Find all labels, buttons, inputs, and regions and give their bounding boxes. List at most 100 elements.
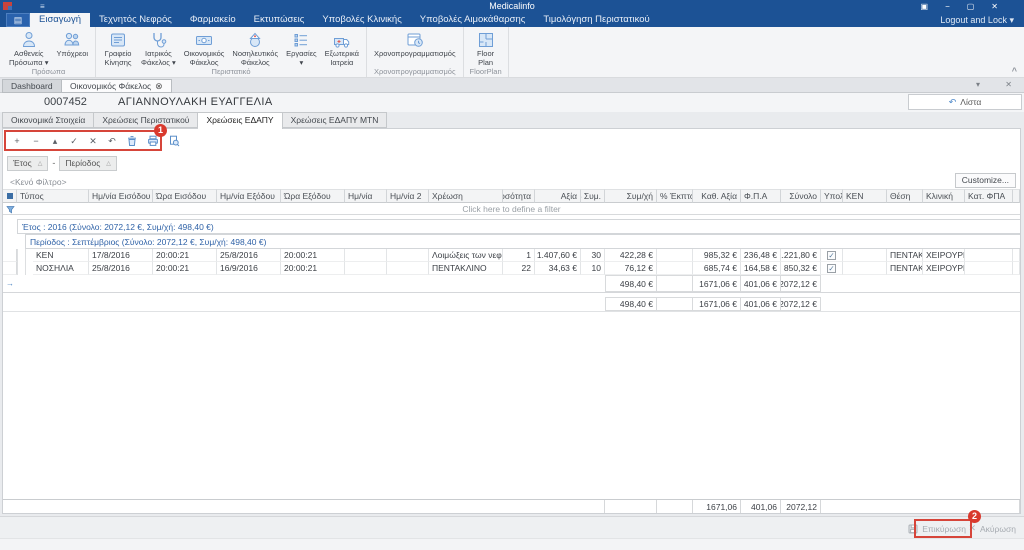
pin-window-icon[interactable]: ▣ [921, 0, 929, 13]
column-header[interactable]: Συμ/χή [605, 189, 657, 203]
column-header[interactable]: % Συμ. [581, 189, 605, 203]
menu-tab-farmakeio[interactable]: Φαρμακείο [181, 13, 245, 27]
column-header[interactable]: Φ.Π.Α [741, 189, 781, 203]
footer-participation: 498,40 € [605, 275, 657, 292]
confirm-button[interactable]: Επικύρωση [908, 521, 966, 536]
customize-button[interactable]: Customize... [955, 173, 1016, 188]
close-icon[interactable]: ✕ [991, 0, 998, 13]
group-by-panel: Έτος△ - Περίοδος△ [7, 153, 117, 173]
tab-economic-folder[interactable]: Οικονομικός Φάκελος⊗ [61, 79, 172, 93]
column-header[interactable]: Κλινική [923, 189, 965, 203]
column-header[interactable]: % Έκπτωση [657, 189, 693, 203]
footer-vat: 401,06 € [741, 275, 781, 292]
medical-file-button[interactable]: Ιατρικός Φάκελος ▾ [137, 27, 180, 67]
checkbox-checked[interactable]: ✓ [827, 264, 836, 273]
list-button[interactable]: ↶Λίστα [908, 94, 1022, 110]
annotation-badge-2: 2 [968, 510, 981, 523]
floorplan-button[interactable]: Floor Plan [467, 27, 505, 67]
document-tab-bar: Dashboard Οικονομικός Φάκελος⊗ ▾ ✕ [0, 78, 1024, 93]
cancel-button[interactable]: ✕ Ακύρωση [968, 521, 1016, 536]
tab-edapy-charges[interactable]: Χρεώσεις ΕΔΑΠΥ [198, 112, 282, 129]
select-all-cell[interactable] [3, 189, 17, 203]
menu-tab-ypovoles-klinikis[interactable]: Υποβολές Κλινικής [313, 13, 410, 27]
group-row-period-label: Περίοδος : Σεπτέμβριος (Σύνολο: 2072,12 … [25, 234, 1020, 249]
delete-icon[interactable] [126, 135, 138, 147]
column-header[interactable]: Ημ/νία 2 [387, 189, 429, 203]
column-header[interactable]: Αξία [535, 189, 581, 203]
tasks-list-icon [291, 29, 311, 50]
movement-office-button[interactable]: Γραφείο Κίνησης [99, 27, 137, 67]
column-header[interactable]: Θέση [887, 189, 923, 203]
column-header[interactable]: Ώρα Εξόδου [281, 189, 345, 203]
column-header[interactable]: Σύνολο [781, 189, 821, 203]
tasks-button[interactable]: Εργασίες ▾ [282, 27, 321, 67]
obligors-button[interactable]: Υπόχρεοι [53, 27, 93, 67]
checkbox-checked[interactable]: ✓ [827, 251, 836, 260]
minimize-icon[interactable]: − [945, 0, 950, 13]
column-header[interactable]: Ώρα Εισόδου [153, 189, 217, 203]
add-row-icon[interactable]: + [12, 136, 22, 146]
cell-date-in: 17/8/2016 [89, 249, 153, 262]
remove-row-icon[interactable]: − [31, 136, 41, 146]
patients-button[interactable]: Ασθενείς Πρόσωπα ▾ [5, 27, 53, 67]
print-icon[interactable] [147, 135, 159, 147]
ribbon-group-label: FloorPlan [467, 67, 505, 77]
column-header[interactable]: Χρέωση [429, 189, 503, 203]
cancel-changes-icon[interactable]: ✕ [88, 136, 98, 147]
column-header[interactable]: Τύπος [17, 189, 89, 203]
filter-row: <Κενό Φίλτρο> Customize... [3, 175, 1020, 189]
apply-changes-icon[interactable]: ✓ [69, 136, 79, 147]
group-chip-year[interactable]: Έτος△ [7, 156, 48, 171]
table-row-ken[interactable]: ΚΕΝ 17/8/2016 20:00:21 25/8/2016 20:00:2… [3, 249, 1020, 262]
nursing-file-button[interactable]: Νοσηλευτικός Φάκελος [228, 27, 282, 67]
column-header[interactable]: Ημ/νία Εξόδου [217, 189, 281, 203]
cell-type: ΝΟΣΗΛΙΑ [33, 262, 89, 275]
restore-icon[interactable]: ▢ [967, 0, 975, 13]
group-row-year-label: Έτος : 2016 (Σύνολο: 2072,12 €, Συμ/χή: … [17, 219, 1020, 234]
logout-and-lock[interactable]: Logout and Lock ▾ [940, 13, 1024, 27]
column-header[interactable]: Καθ. Αξία [693, 189, 741, 203]
file-button[interactable]: ▤ [6, 13, 30, 27]
cell-pct: 10 [581, 262, 605, 275]
footer-button-bar: Επικύρωση ✕ Ακύρωση 2 [0, 516, 1024, 538]
scheduling-button[interactable]: Χρονοπρογραμματισμός [370, 27, 460, 67]
cell-participation: 422,28 € [605, 249, 657, 262]
group-row-period[interactable]: Περίοδος : Σεπτέμβριος (Σύνολο: 2072,12 … [3, 234, 1020, 249]
empty-filter-label[interactable]: <Κενό Φίλτρο> [10, 177, 67, 187]
define-filter-row[interactable]: Click here to define a filter [3, 203, 1020, 215]
tab-incident-charges[interactable]: Χρεώσεις Περιστατικού [94, 112, 198, 128]
grand-total-net: 1671,06 [693, 500, 741, 513]
column-header[interactable]: ΚΕΝ [843, 189, 887, 203]
grand-total-row: 1671,06 401,06 2072,12 [3, 499, 1020, 513]
column-header[interactable]: Κατ. ΦΠΑ [965, 189, 1013, 203]
cell-qty: 22 [503, 262, 535, 275]
menu-tab-ypovoles-aimokatharsis[interactable]: Υποβολές Αιμοκάθαρσης [411, 13, 535, 27]
preview-icon[interactable] [168, 135, 180, 147]
outpatient-button[interactable]: Εξωτερικά Ιατρεία [321, 27, 363, 67]
edit-row-icon[interactable]: ▴ [50, 136, 60, 147]
refresh-icon[interactable]: ↶ [107, 136, 117, 147]
menu-tab-timologisi[interactable]: Τιμολόγηση Περιστατικού [534, 13, 658, 27]
cell-value: 34,63 € [535, 262, 581, 275]
financial-file-button[interactable]: Οικονομικός Φάκελος [180, 27, 229, 67]
menu-tab-ektyposeis[interactable]: Εκτυπώσεις [245, 13, 314, 27]
column-header[interactable]: Ημ/νία Εισόδου [89, 189, 153, 203]
sort-asc-icon: △ [106, 160, 111, 167]
ribbon-group-floorplan: Floor Plan FloorPlan [464, 27, 509, 77]
tab-edapy-mtn-charges[interactable]: Χρεώσεις ΕΔΑΠΥ ΜΤΝ [283, 112, 388, 128]
column-header[interactable]: Ποσότητα [503, 189, 535, 203]
tab-dashboard[interactable]: Dashboard [2, 79, 62, 93]
table-row-nosilia[interactable]: ΝΟΣΗΛΙΑ 25/8/2016 20:00:21 16/9/2016 20:… [3, 262, 1020, 275]
column-header[interactable]: Υπολ. [821, 189, 843, 203]
group-chip-period[interactable]: Περίοδος△ [59, 156, 117, 171]
column-header[interactable]: Ημ/νία [345, 189, 387, 203]
menu-tab-texnitos-nefros[interactable]: Τεχνητός Νεφρός [90, 13, 181, 27]
tab-economic-data[interactable]: Οικονομικά Στοιχεία [2, 112, 94, 128]
menu-tab-eisagogi[interactable]: Εισαγωγή [30, 13, 90, 27]
collapse-ribbon-icon[interactable]: ^ [1012, 66, 1017, 76]
cell-position: ΠΕΝΤΑΚΛΙΝ [887, 249, 923, 262]
dock-close-icon[interactable]: ✕ [1005, 80, 1012, 89]
group-row-year[interactable]: Έτος : 2016 (Σύνολο: 2072,12 €, Συμ/χή: … [3, 219, 1020, 234]
dock-menu-icon[interactable]: ▾ [976, 80, 980, 89]
tab-close-icon[interactable]: ⊗ [155, 81, 163, 91]
